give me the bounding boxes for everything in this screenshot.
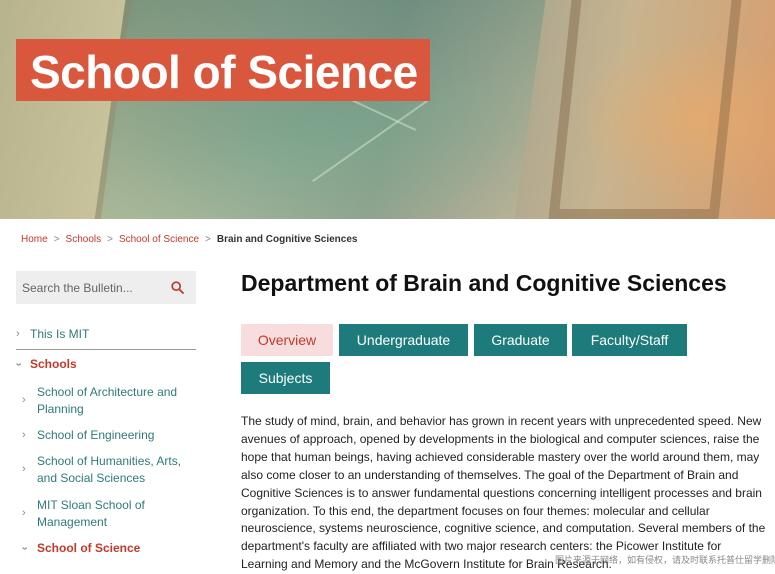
sidebar-item-sloan[interactable]: › MIT Sloan School of Management xyxy=(22,497,182,531)
chevron-down-icon: › xyxy=(18,546,31,551)
breadcrumb-home[interactable]: Home xyxy=(21,234,48,245)
chevron-right-icon: › xyxy=(22,394,26,406)
breadcrumb-school-of-science[interactable]: School of Science xyxy=(119,234,199,245)
tab-graduate[interactable]: Graduate xyxy=(474,324,567,356)
sidebar-item-label: School of Science xyxy=(37,541,141,555)
sidebar-divider xyxy=(16,349,196,350)
breadcrumb-separator: > xyxy=(53,234,60,245)
tab-faculty-staff[interactable]: Faculty/Staff xyxy=(572,324,687,356)
sidebar-item-architecture-planning[interactable]: › School of Architecture and Planning xyxy=(22,384,182,418)
tab-overview[interactable]: Overview xyxy=(241,324,333,356)
sidebar-item-this-is-mit[interactable]: › This Is MIT xyxy=(16,326,196,343)
hero-image-screen xyxy=(94,0,546,219)
hero-image-frame xyxy=(548,0,742,219)
chevron-right-icon: › xyxy=(16,328,20,340)
sidebar-item-label: School of Architecture and Planning xyxy=(37,385,178,416)
sidebar-item-school-of-science[interactable]: › School of Science xyxy=(18,540,182,557)
breadcrumb-separator: > xyxy=(107,234,113,245)
tab-undergraduate[interactable]: Undergraduate xyxy=(339,324,468,356)
sidebar-item-label: This Is MIT xyxy=(30,327,90,341)
chevron-right-icon: › xyxy=(22,507,26,519)
breadcrumb-separator: > xyxy=(205,234,211,245)
sidebar-item-label: School of Engineering xyxy=(37,428,155,442)
watermark: 图片来源于网络，如有侵权，请及时联系托普仕留学删除 xyxy=(555,555,775,565)
breadcrumb-schools[interactable]: Schools xyxy=(66,234,102,245)
site-title[interactable]: School of Science xyxy=(30,44,418,100)
breadcrumb: Home > Schools > School of Science > Brain and… xyxy=(21,234,357,246)
sidebar-item-humanities[interactable]: › School of Humanities, Arts, and Social… xyxy=(22,453,182,487)
sidebar-item-engineering[interactable]: › School of Engineering xyxy=(22,427,182,444)
sidebar-item-label: School of Humanities, Arts, and Social S… xyxy=(37,454,182,485)
chevron-right-icon: › xyxy=(22,429,26,441)
tab-subjects[interactable]: Subjects xyxy=(241,362,330,394)
department-overview-text: The study of mind, brain, and behavior h… xyxy=(241,414,766,572)
sidebar-item-label: Schools xyxy=(30,357,77,371)
sidebar-item-label: MIT Sloan School of Management xyxy=(37,498,145,529)
chevron-down-icon: › xyxy=(12,362,25,367)
chevron-right-icon: › xyxy=(22,463,26,475)
sidebar-item-schools[interactable]: › Schools xyxy=(12,356,196,373)
page-title: Department of Brain and Cognitive Scienc… xyxy=(241,270,727,296)
search-icon[interactable] xyxy=(171,281,184,294)
hero-banner: School of Science xyxy=(0,0,775,219)
search-input[interactable] xyxy=(22,271,162,304)
breadcrumb-current: Brain and Cognitive Sciences xyxy=(216,234,358,245)
search-box xyxy=(16,271,196,304)
